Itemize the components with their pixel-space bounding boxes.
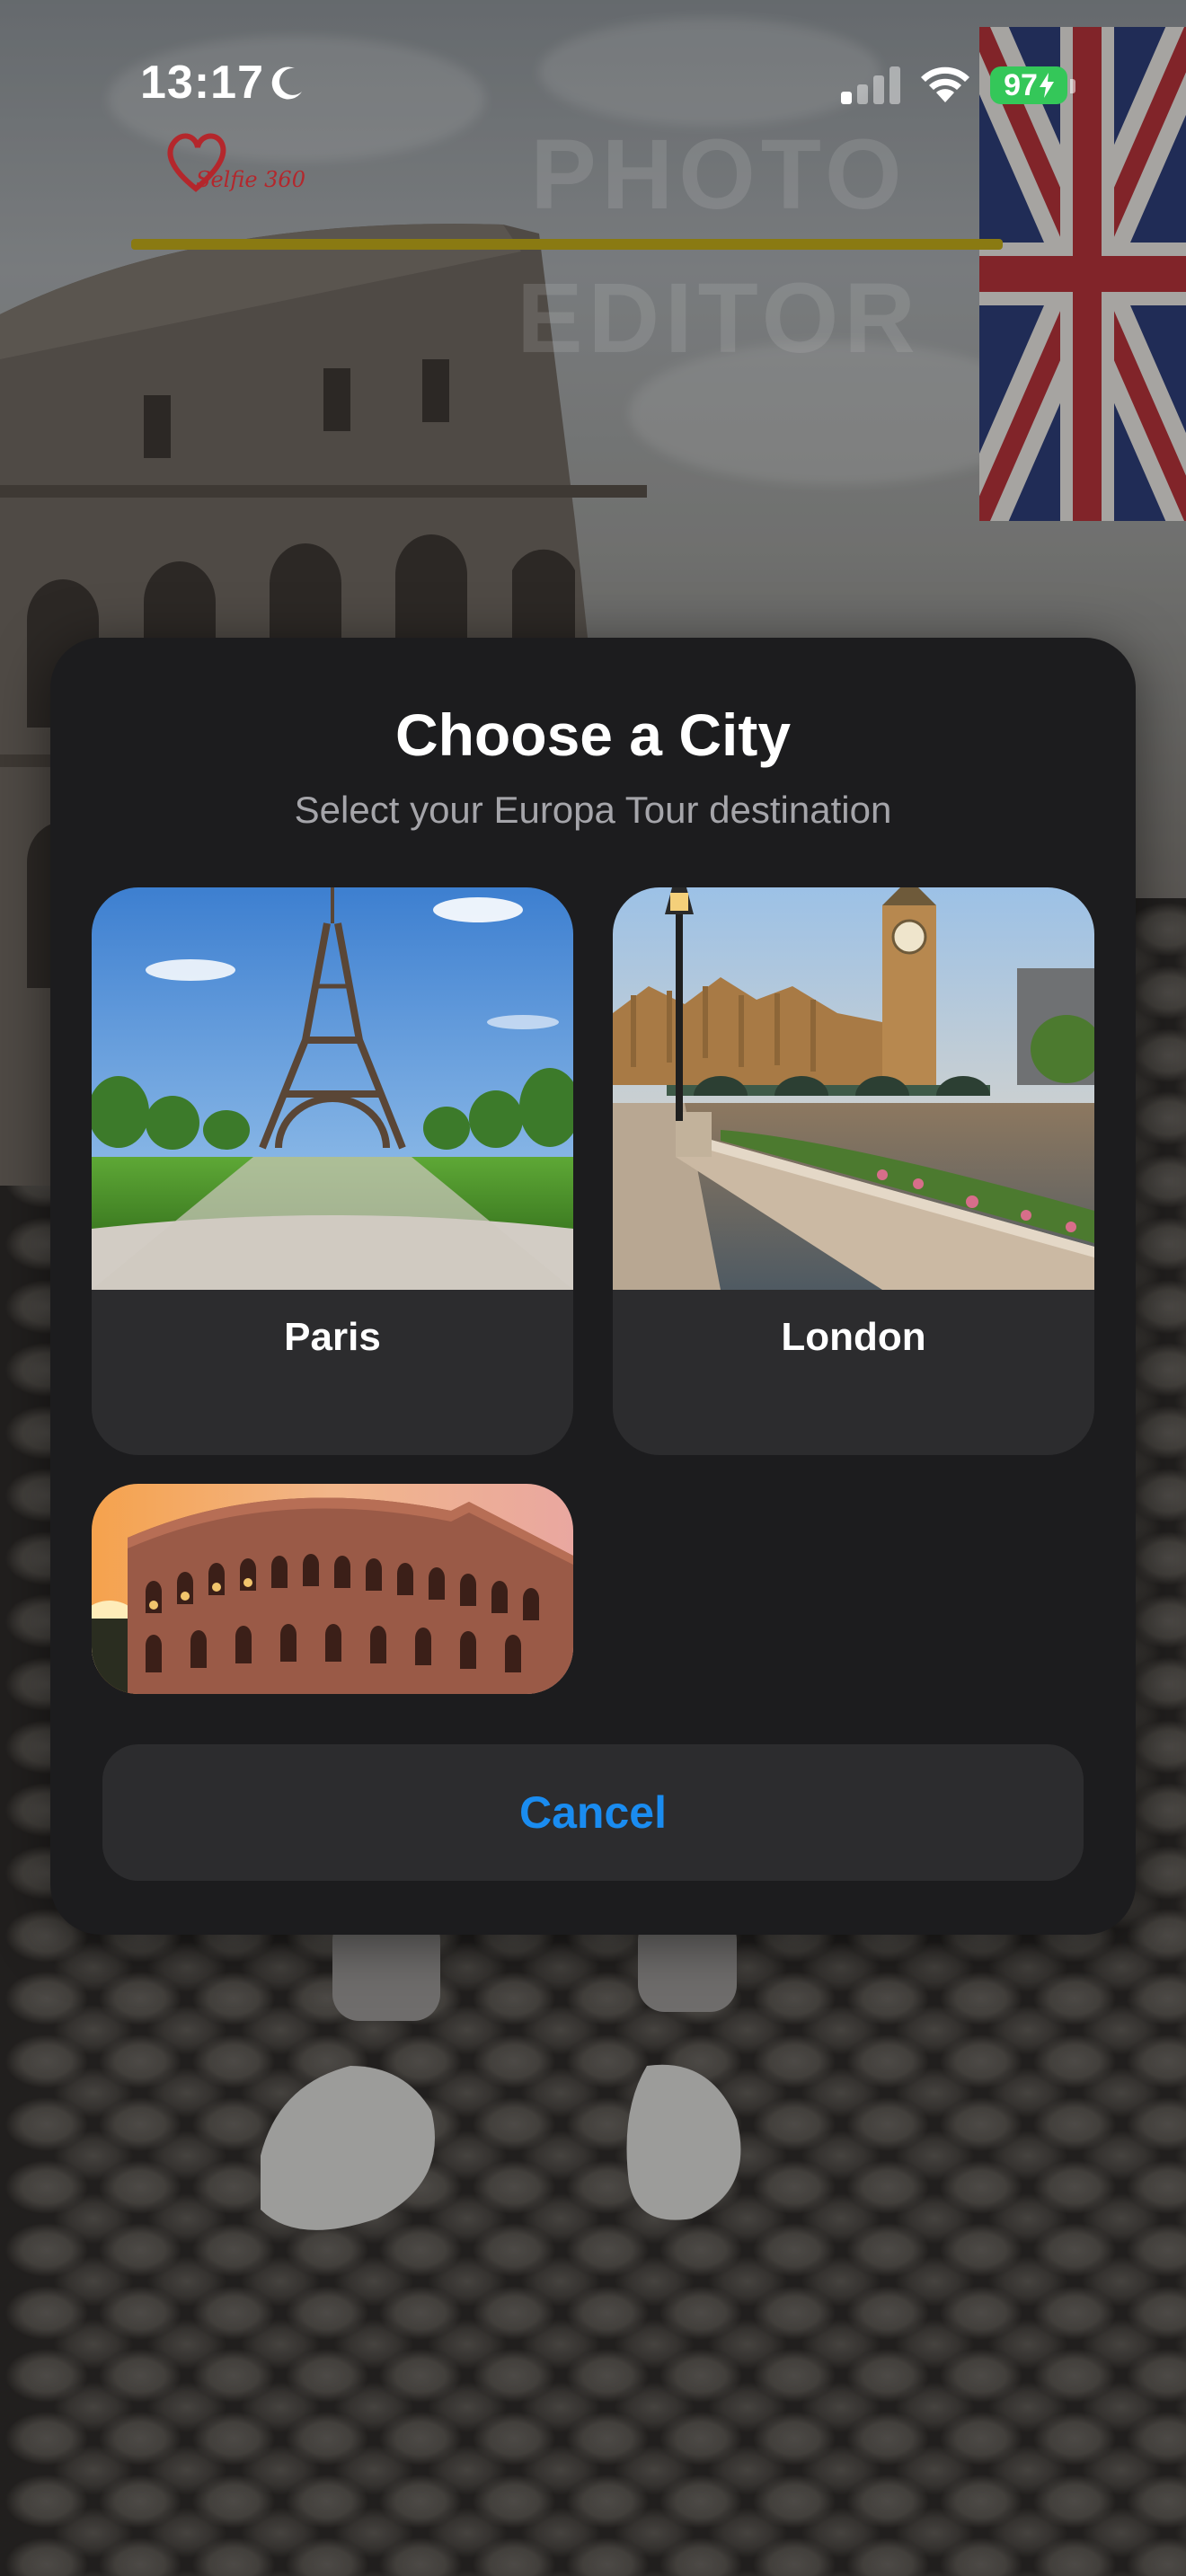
status-time: 13:17: [140, 57, 264, 109]
choose-city-modal: Choose a City Select your Europa Tour de…: [50, 638, 1136, 1935]
city-card-london[interactable]: London: [613, 887, 1094, 1455]
city-card-rome[interactable]: [92, 1484, 573, 1694]
city-card-paris[interactable]: Paris: [92, 887, 573, 1455]
city-label-paris: Paris: [284, 1315, 381, 1359]
signal-icon: [841, 66, 900, 104]
moon-icon: [271, 66, 302, 100]
big-ben-photo: [613, 887, 1094, 1290]
modal-title: Choose a City: [394, 701, 792, 768]
header-title-line2: EDITOR: [517, 263, 921, 374]
colosseum-photo: [92, 1484, 573, 1694]
eiffel-tower-photo: [92, 887, 573, 1290]
header-title-line1: PHOTO: [530, 119, 907, 230]
header-accent-line: [131, 239, 1003, 250]
logo-text: Selfie 360: [196, 167, 305, 192]
battery-icon: 97: [990, 66, 1067, 104]
wifi-icon: [921, 66, 969, 102]
cancel-button[interactable]: Cancel: [102, 1744, 1084, 1881]
city-label-london: London: [781, 1315, 926, 1359]
charging-bolt-icon: [1039, 73, 1054, 98]
battery-level: 97: [1004, 67, 1038, 102]
selfie-360-logo: [167, 133, 226, 192]
modal-subtitle: Select your Europa Tour destination: [294, 789, 892, 831]
